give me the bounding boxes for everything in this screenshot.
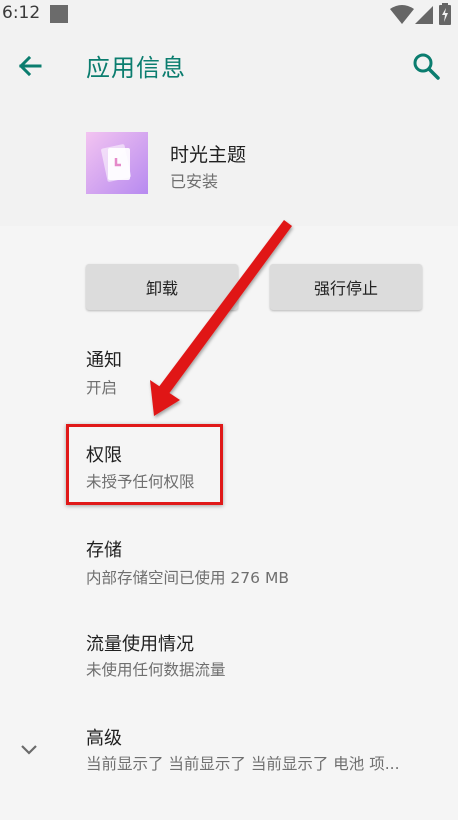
app-icon [86,132,148,194]
pref-item-notifications[interactable]: 通知 开启 [0,330,458,406]
pref-title: 流量使用情况 [86,634,194,655]
status-time: 6:12 [2,3,41,23]
pref-summary: 未使用任何数据流量 [86,661,226,679]
wifi-icon [390,5,414,24]
arrow-back-icon[interactable] [14,50,46,82]
uninstall-button[interactable]: 卸载 [86,264,238,310]
pref-summary: 内部存储空间已使用 276 MB [86,569,289,587]
pref-summary: 当前显示了 当前显示了 当前显示了 电池 项... [86,755,400,773]
app-header: 时光主题 已安装 [0,102,458,226]
pref-summary: 开启 [86,379,118,397]
pref-title: 通知 [86,350,122,371]
battery-charging-icon [439,3,451,25]
pref-item-data-usage[interactable]: 流量使用情况 未使用任何数据流量 [0,614,458,694]
notification-square-icon [50,5,68,23]
app-name: 时光主题 [170,144,247,166]
pref-title: 存储 [86,540,122,561]
cellular-signal-icon [415,6,433,24]
pref-item-advanced[interactable]: 高级 当前显示了 当前显示了 当前显示了 电池 项... [0,710,458,792]
page-title: 应用信息 [86,54,186,82]
annotation-highlight-box [66,424,223,505]
chevron-down-icon[interactable] [16,737,42,763]
app-bar: 应用信息 [0,28,458,102]
status-bar: 6:12 [0,0,458,28]
force-stop-button[interactable]: 强行停止 [270,264,422,310]
pref-title: 高级 [86,728,122,749]
app-install-status: 已安装 [170,172,219,191]
search-icon[interactable] [410,50,442,82]
pref-item-storage[interactable]: 存储 内部存储空间已使用 276 MB [0,520,458,600]
